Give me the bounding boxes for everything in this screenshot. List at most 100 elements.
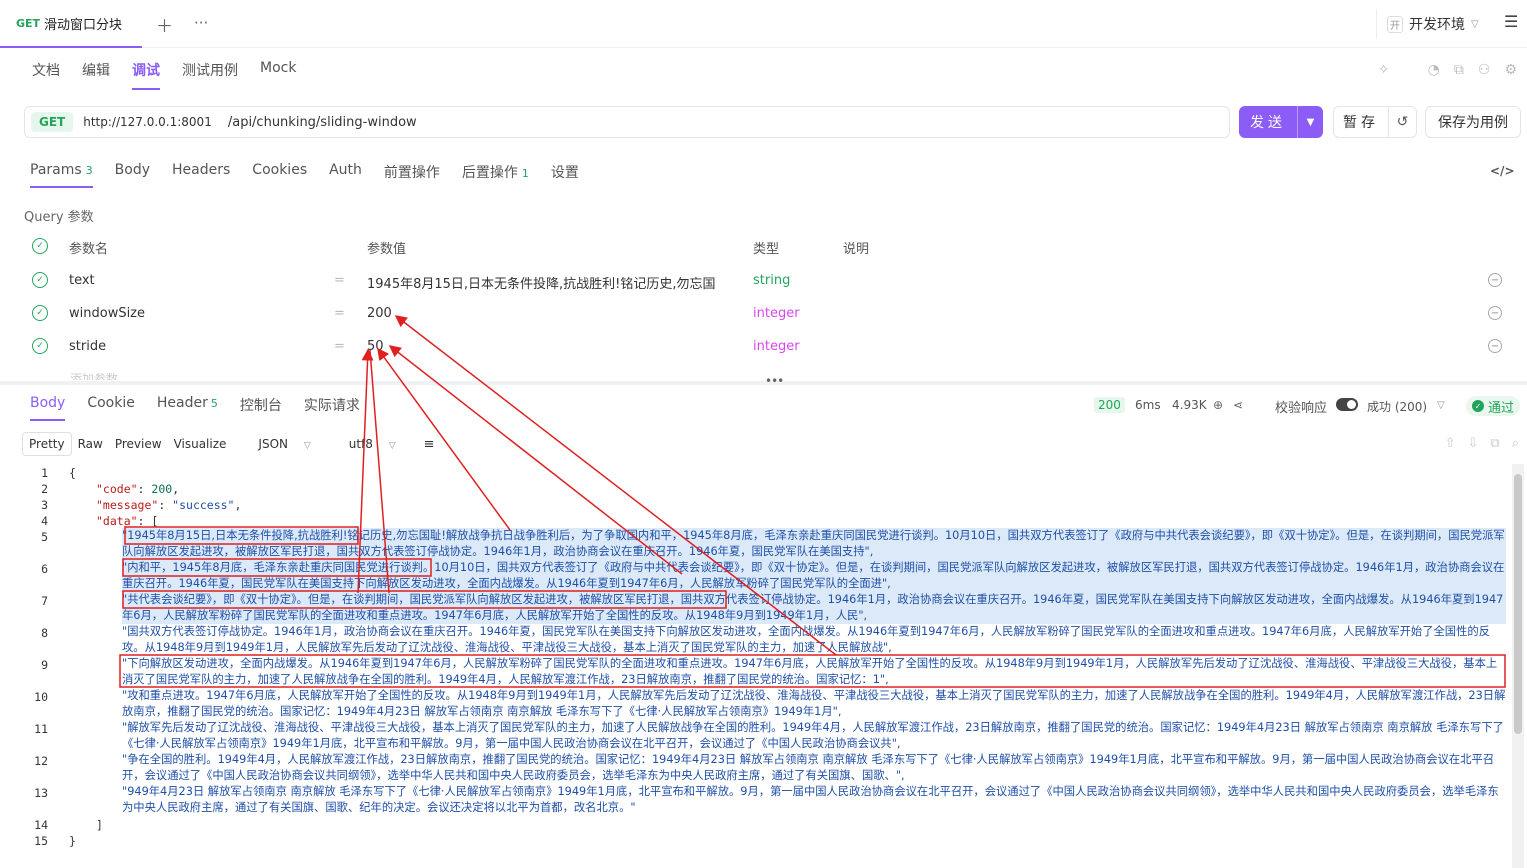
line-number: 7 [41, 594, 48, 608]
chevron-down-icon: ▽ [1471, 18, 1479, 30]
check-icon[interactable]: ✓ [32, 272, 48, 288]
chevron-down-icon[interactable]: ▼ [1297, 106, 1323, 138]
view-visualize[interactable]: Visualize [168, 433, 233, 455]
code-icon[interactable]: </> [1490, 164, 1515, 178]
url-bar[interactable]: GET http://127.0.0.1:8001 /api/chunking/… [24, 106, 1230, 138]
param-value[interactable]: 200 [367, 306, 392, 321]
encoding-select[interactable]: utf8 ▽ [337, 433, 408, 455]
settings-icon[interactable]: ⚙ [1504, 62, 1517, 78]
chunk-line: "内和平，1945年8月底，毛泽东亲赴重庆同国民党进行谈判。10月10日，国共双… [122, 560, 1506, 592]
json-line-message: "message": "success", [96, 498, 242, 512]
url-method[interactable]: GET [31, 112, 74, 132]
reset-icon[interactable]: ↺ [1388, 107, 1416, 137]
view-mode-tabs: Pretty Raw Preview Visualize JSON ▽ utf8… [22, 432, 441, 456]
search-icon[interactable]: ⌕ [1512, 436, 1519, 451]
save-draft-label: 暂存 [1343, 115, 1379, 131]
tab-headers[interactable]: Headers [172, 162, 230, 188]
line-number: 4 [41, 514, 48, 528]
format-select[interactable]: JSON ▽ [246, 433, 322, 455]
param-type[interactable]: integer [753, 306, 800, 321]
request-tab-method: GET [16, 16, 41, 30]
url-host[interactable]: http://127.0.0.1:8001 [83, 115, 212, 129]
url-path-input[interactable]: /api/chunking/sliding-window [228, 115, 417, 130]
param-value[interactable]: 1945年8月15日,日本无条件投降,抗战胜利!铭记历史,勿忘国 [367, 273, 716, 292]
tab-cookies[interactable]: Cookies [252, 162, 307, 188]
menu-icon[interactable]: ☰ [1504, 12, 1518, 31]
tab-test-cases[interactable]: 测试用例 [182, 60, 238, 90]
tab-pre-ops[interactable]: 前置操作 [384, 162, 440, 188]
panel-splitter[interactable] [0, 381, 1527, 385]
param-value[interactable]: 50 [367, 339, 384, 354]
tab-debug[interactable]: 调试 [132, 60, 160, 90]
vertical-scrollbar[interactable] [1512, 464, 1524, 868]
param-type[interactable]: integer [753, 339, 800, 354]
line-number: 2 [41, 482, 48, 496]
equals-icon: = [334, 273, 345, 288]
copy-icon[interactable]: ⧉ [1454, 62, 1464, 78]
remove-icon[interactable]: − [1488, 339, 1502, 353]
tab-actual-request[interactable]: 实际请求 [304, 395, 360, 421]
tab-console[interactable]: 控制台 [240, 395, 282, 421]
drag-handle-icon[interactable]: ••• [765, 374, 784, 388]
share-icon[interactable]: ⚇ [1478, 62, 1491, 78]
check-icon[interactable]: ✓ [32, 338, 48, 354]
copy-icon[interactable]: ⧉ [1490, 436, 1499, 451]
add-param-input[interactable]: 添加参数 [70, 370, 118, 380]
response-body-viewer[interactable]: 1 2 3 4 5 6 7 8 9 10 11 12 13 14 15 { "c… [0, 462, 1512, 868]
send-button[interactable]: 发送 ▼ [1239, 106, 1323, 138]
line-number: 6 [41, 562, 48, 576]
request-tab[interactable]: GET 滑动窗口分块 [0, 0, 142, 48]
tab-docs[interactable]: 文档 [32, 60, 60, 90]
view-preview[interactable]: Preview [109, 433, 168, 455]
chevron-down-icon[interactable]: ▽ [1437, 400, 1445, 411]
param-name[interactable]: stride [69, 339, 106, 354]
tab-mock[interactable]: Mock [260, 60, 296, 90]
tab-body[interactable]: Body [115, 162, 150, 188]
download-icon[interactable]: ⇩ [1468, 436, 1479, 451]
pass-label: 通过 [1488, 400, 1515, 416]
more-icon[interactable]: ··· [194, 14, 208, 32]
check-circle-icon: ✓ [1472, 400, 1484, 412]
param-name[interactable]: windowSize [69, 306, 145, 321]
param-tabs: Params 3 Body Headers Cookies Auth 前置操作 后… [30, 162, 579, 188]
wrap-lines-icon[interactable]: ≡ [418, 433, 441, 456]
check-all-icon[interactable]: ✓ [32, 238, 48, 254]
line-number: 13 [34, 786, 48, 800]
pass-badge: ✓ 通过 [1466, 396, 1521, 416]
check-icon[interactable]: ✓ [32, 305, 48, 321]
send-button-label: 发送 [1250, 115, 1286, 131]
tab-params[interactable]: Params 3 [30, 162, 93, 188]
upload-icon[interactable]: ⇧ [1445, 436, 1456, 451]
environment-select[interactable]: 开 开发环境 ▽ [1376, 9, 1494, 39]
tab-response-header[interactable]: Header 5 [157, 395, 218, 421]
status-badge: 200 [1094, 397, 1125, 413]
history-icon[interactable]: ◔ [1428, 62, 1440, 78]
validate-toggle[interactable] [1336, 398, 1358, 411]
tab-edit[interactable]: 编辑 [82, 60, 110, 90]
validate-result-select[interactable]: 成功 (200) [1367, 398, 1427, 415]
save-as-case-button[interactable]: 保存为用例 [1425, 106, 1521, 138]
remove-icon[interactable]: − [1488, 273, 1502, 287]
param-type[interactable]: string [753, 273, 790, 288]
chunk-line: "争在全国的胜利。1949年4月，人民解放军渡江作战，23日解放南京，推翻了国民… [122, 753, 1495, 782]
tab-post-ops[interactable]: 后置操作 1 [462, 162, 529, 188]
remove-icon[interactable]: − [1488, 306, 1502, 320]
share-icon[interactable]: ⋖ [1233, 398, 1243, 412]
globe-icon[interactable]: ⊕ [1213, 398, 1223, 412]
tab-response-body[interactable]: Body [30, 395, 66, 421]
tab-settings[interactable]: 设置 [551, 162, 579, 188]
table-row: ✓ windowSize = 200 integer − [24, 298, 1514, 330]
line-number: 12 [34, 754, 48, 768]
view-pretty[interactable]: Pretty [22, 432, 72, 456]
param-name[interactable]: text [69, 273, 95, 288]
plus-icon[interactable]: ＋ [156, 12, 173, 37]
tab-auth[interactable]: Auth [329, 162, 362, 188]
header-type: 类型 [753, 242, 780, 257]
header-desc: 说明 [843, 242, 870, 257]
chunk-line: "949年4月23日 解放军占领南京 南京解放 毛泽东写下了《七律·人民解放军占… [122, 785, 1499, 814]
magic-icon[interactable]: ✧ [1378, 62, 1390, 78]
scrollbar-thumb[interactable] [1514, 474, 1522, 734]
view-raw[interactable]: Raw [72, 433, 109, 455]
save-draft-button[interactable]: 暂存 ↺ [1333, 106, 1417, 138]
tab-response-cookie[interactable]: Cookie [87, 395, 135, 421]
